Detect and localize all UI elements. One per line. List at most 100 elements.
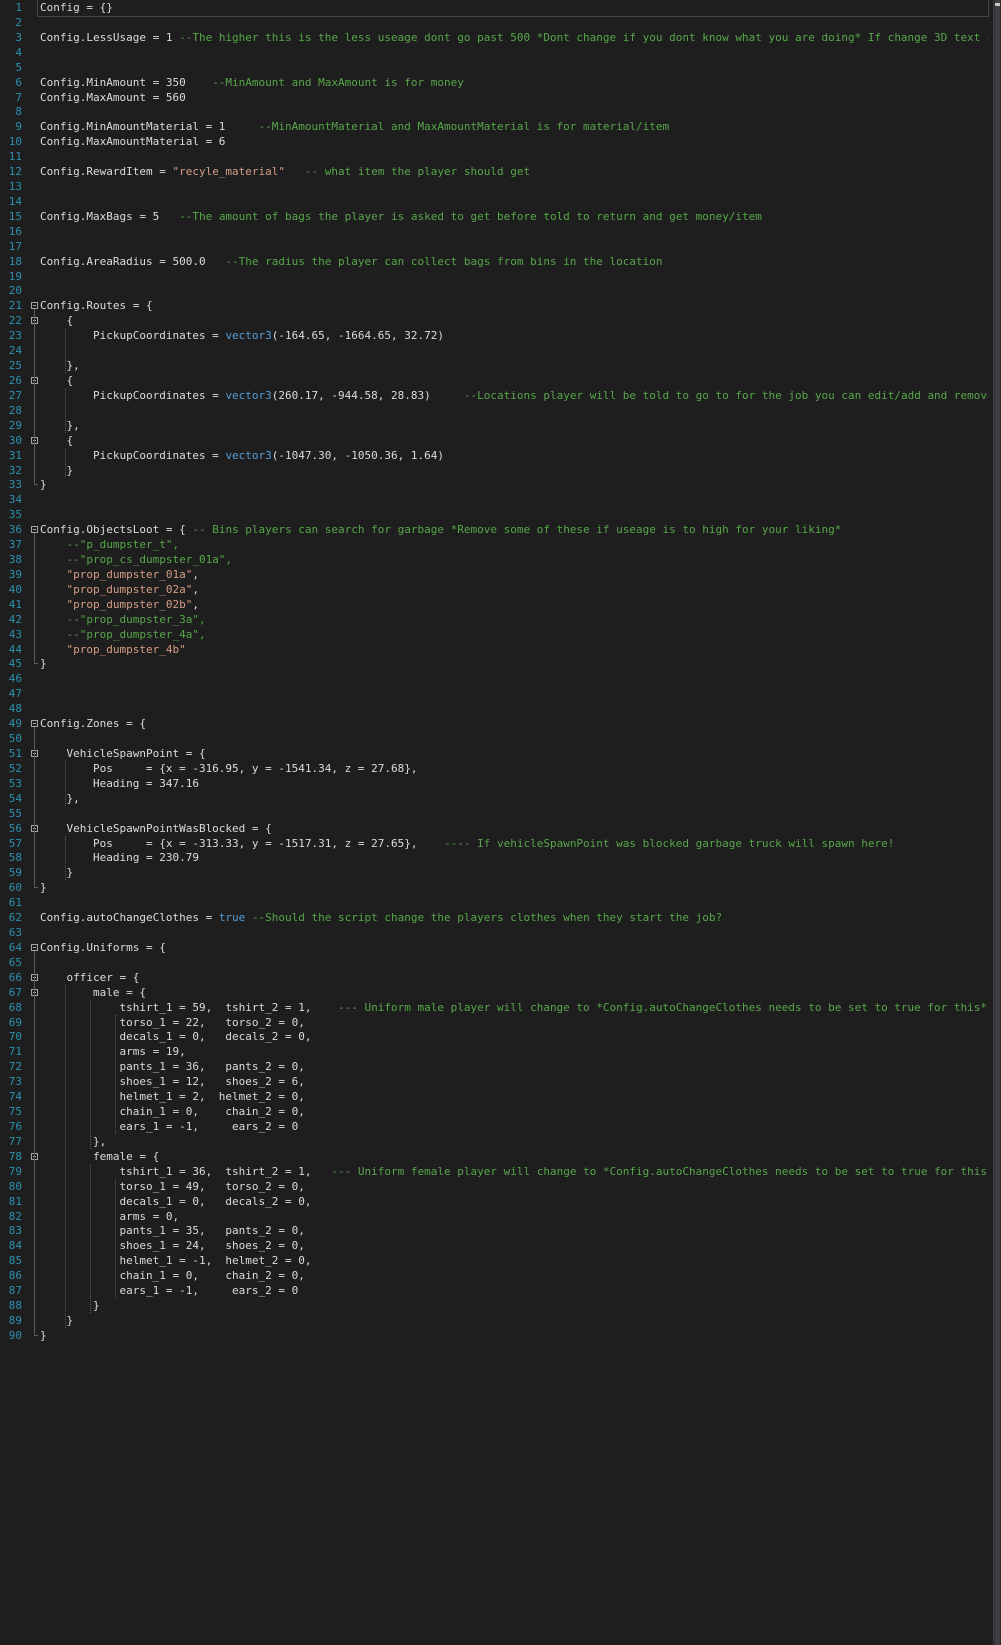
code-line[interactable]: arms = 0,: [40, 1209, 988, 1225]
code-line[interactable]: [40, 60, 988, 76]
code-line[interactable]: [40, 239, 988, 255]
code-line[interactable]: "prop_dumpster_02b",: [40, 597, 988, 613]
code-line[interactable]: [40, 403, 988, 419]
code-line[interactable]: Config.MinAmountMaterial = 1 --MinAmount…: [40, 119, 988, 135]
code-line[interactable]: PickupCoordinates = vector3(260.17, -944…: [40, 388, 988, 404]
code-line[interactable]: Config.MaxBags = 5 --The amount of bags …: [40, 209, 988, 225]
code-line[interactable]: chain_1 = 0, chain_2 = 0,: [40, 1268, 988, 1284]
fold-toggle-icon[interactable]: [31, 302, 38, 310]
code-line[interactable]: [40, 15, 988, 31]
code-line[interactable]: Heading = 347.16: [40, 776, 988, 792]
code-line[interactable]: VehicleSpawnPointWasBlocked = {: [40, 821, 988, 837]
code-line[interactable]: }: [40, 1313, 988, 1329]
code-line[interactable]: officer = {: [40, 970, 988, 986]
code-line[interactable]: [40, 507, 988, 523]
code-line[interactable]: Config.ObjectsLoot = { -- Bins players c…: [40, 522, 988, 538]
code-line[interactable]: [40, 283, 988, 299]
code-line[interactable]: Config = {}: [37, 0, 989, 17]
code-line[interactable]: [40, 104, 988, 120]
fold-toggle-icon[interactable]: [31, 720, 38, 728]
code-line[interactable]: [40, 194, 988, 210]
code-line[interactable]: Config.Uniforms = {: [40, 940, 988, 956]
code-line[interactable]: female = {: [40, 1149, 988, 1165]
code-line[interactable]: [40, 671, 988, 687]
code-line[interactable]: Config.Routes = {: [40, 298, 988, 314]
code-line[interactable]: [40, 149, 988, 165]
code-line[interactable]: --"p_dumpster_t",: [40, 537, 988, 553]
code-line[interactable]: torso_1 = 49, torso_2 = 0,: [40, 1179, 988, 1195]
code-line[interactable]: }: [40, 477, 988, 493]
code-line[interactable]: shoes_1 = 24, shoes_2 = 0,: [40, 1238, 988, 1254]
code-line[interactable]: pants_1 = 35, pants_2 = 0,: [40, 1223, 988, 1239]
code-line[interactable]: Config.MaxAmount = 560: [40, 90, 988, 106]
code-line[interactable]: [40, 179, 988, 195]
code-line[interactable]: [40, 701, 988, 717]
code-line[interactable]: "prop_dumpster_01a",: [40, 567, 988, 583]
code-line[interactable]: helmet_1 = -1, helmet_2 = 0,: [40, 1253, 988, 1269]
code-line[interactable]: [40, 925, 988, 941]
code-line[interactable]: pants_1 = 36, pants_2 = 0,: [40, 1059, 988, 1075]
code-line[interactable]: [40, 895, 988, 911]
code-line[interactable]: Config.AreaRadius = 500.0 --The radius t…: [40, 254, 988, 270]
code-line[interactable]: Pos = {x = -313.33, y = -1517.31, z = 27…: [40, 836, 988, 852]
code-line[interactable]: }: [40, 656, 988, 672]
code-line[interactable]: Config.LessUsage = 1 --The higher this i…: [40, 30, 988, 46]
code-line[interactable]: tshirt_1 = 59, tshirt_2 = 1, --- Uniform…: [40, 1000, 988, 1016]
code-line[interactable]: [40, 224, 988, 240]
scrollbar-thumb[interactable]: [995, 0, 1000, 1645]
code-line[interactable]: arms = 19,: [40, 1044, 988, 1060]
code-line[interactable]: },: [40, 418, 988, 434]
code-line[interactable]: Heading = 230.79: [40, 850, 988, 866]
code-line[interactable]: Config.autoChangeClothes = true --Should…: [40, 910, 988, 926]
code-line[interactable]: [40, 731, 988, 747]
code-line[interactable]: --"prop_dumpster_4a",: [40, 627, 988, 643]
code-line[interactable]: PickupCoordinates = vector3(-164.65, -16…: [40, 328, 988, 344]
code-line[interactable]: --"prop_cs_dumpster_01a",: [40, 552, 988, 568]
code-line[interactable]: male = {: [40, 985, 988, 1001]
fold-toggle-icon[interactable]: [31, 943, 38, 951]
code-line[interactable]: }: [40, 880, 988, 896]
code-line[interactable]: }: [40, 865, 988, 881]
code-line[interactable]: decals_1 = 0, decals_2 = 0,: [40, 1029, 988, 1045]
code-line[interactable]: Config.Zones = {: [40, 716, 988, 732]
code-line[interactable]: ears_1 = -1, ears_2 = 0: [40, 1119, 988, 1135]
fold-toggle-icon[interactable]: [31, 526, 38, 534]
code-line[interactable]: {: [40, 373, 988, 389]
code-line[interactable]: torso_1 = 22, torso_2 = 0,: [40, 1015, 988, 1031]
code-line[interactable]: Pos = {x = -316.95, y = -1541.34, z = 27…: [40, 761, 988, 777]
code-line[interactable]: helmet_1 = 2, helmet_2 = 0,: [40, 1089, 988, 1105]
code-line[interactable]: PickupCoordinates = vector3(-1047.30, -1…: [40, 448, 988, 464]
line-number: 66: [8, 970, 22, 984]
code-line[interactable]: "prop_dumpster_4b": [40, 642, 988, 658]
code-line[interactable]: [40, 45, 988, 61]
code-line[interactable]: },: [40, 791, 988, 807]
code-line[interactable]: Config.RewardItem = "recyle_material" --…: [40, 164, 988, 180]
code-line[interactable]: Config.MinAmount = 350 --MinAmount and M…: [40, 75, 988, 91]
code-line[interactable]: tshirt_1 = 36, tshirt_2 = 1, --- Uniform…: [40, 1164, 988, 1180]
code-line[interactable]: chain_1 = 0, chain_2 = 0,: [40, 1104, 988, 1120]
code-token: ears_1 = -1, ears_2 = 0: [40, 1120, 299, 1133]
code-line[interactable]: shoes_1 = 12, shoes_2 = 6,: [40, 1074, 988, 1090]
code-line[interactable]: [40, 269, 988, 285]
code-line[interactable]: --"prop_dumpster_3a",: [40, 612, 988, 628]
code-line[interactable]: "prop_dumpster_02a",: [40, 582, 988, 598]
code-line[interactable]: {: [40, 313, 988, 329]
code-line[interactable]: {: [40, 433, 988, 449]
vertical-scrollbar[interactable]: [993, 0, 1001, 1645]
code-line[interactable]: ears_1 = -1, ears_2 = 0: [40, 1283, 988, 1299]
code-editor[interactable]: 1 2 3 4 5 6 7 8 9 10 11 12 13 14 15 16 17 18 19 20 21 22 23 24 2…: [0, 0, 1001, 1645]
code-line[interactable]: },: [40, 358, 988, 374]
code-line[interactable]: VehicleSpawnPoint = {: [40, 746, 988, 762]
code-line[interactable]: }: [40, 1298, 988, 1314]
code-line[interactable]: [40, 806, 988, 822]
code-line[interactable]: Config.MaxAmountMaterial = 6: [40, 134, 988, 150]
code-line[interactable]: }: [40, 1328, 988, 1344]
line-number: 53: [8, 776, 22, 790]
code-line[interactable]: decals_1 = 0, decals_2 = 0,: [40, 1194, 988, 1210]
code-line[interactable]: [40, 955, 988, 971]
code-line[interactable]: [40, 492, 988, 508]
code-line[interactable]: [40, 343, 988, 359]
code-line[interactable]: }: [40, 463, 988, 479]
code-line[interactable]: [40, 686, 988, 702]
code-line[interactable]: },: [40, 1134, 988, 1150]
